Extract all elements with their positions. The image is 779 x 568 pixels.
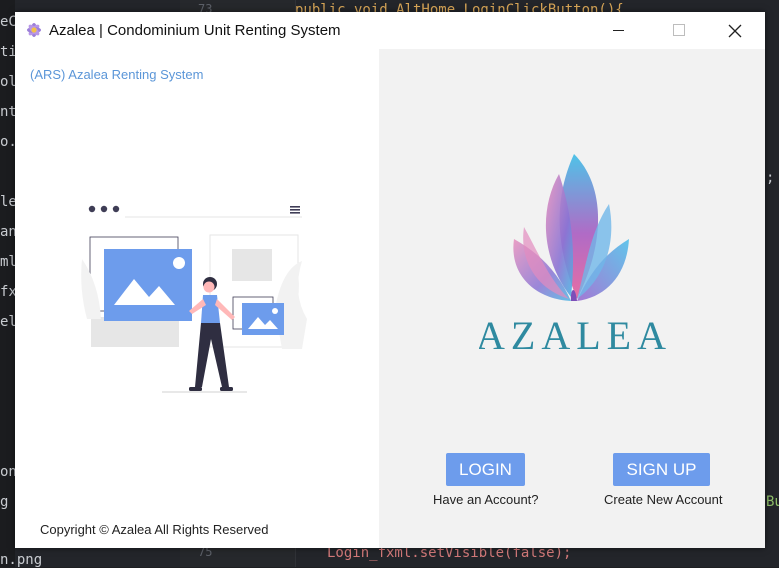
close-icon[interactable] [705, 12, 765, 49]
flower-app-icon [27, 23, 41, 37]
app-window: Azalea | Condominium Unit Renting System… [15, 12, 765, 548]
title-bar[interactable]: Azalea | Condominium Unit Renting System [15, 12, 765, 49]
signup-caption: Create New Account [604, 492, 723, 507]
minimize-icon[interactable] [588, 12, 648, 49]
ide-code-fragment: ; [766, 170, 775, 186]
login-caption: Have an Account? [433, 492, 539, 507]
ide-project-item[interactable]: n.png [0, 552, 42, 568]
ide-code-fragment: Bu [766, 494, 779, 510]
azalea-logo: AZALEA [479, 154, 669, 358]
window-title: Azalea | Condominium Unit Renting System [49, 22, 341, 39]
menu-icon [290, 206, 300, 214]
copyright-text: Copyright © Azalea All Rights Reserved [40, 522, 269, 537]
brand-link[interactable]: (ARS) Azalea Renting System [30, 67, 203, 82]
login-button[interactable]: LOGIN [446, 453, 525, 486]
logo-wordmark: AZALEA [479, 313, 669, 358]
illustration [81, 205, 307, 393]
maximize-icon[interactable] [648, 12, 708, 49]
image-placeholder-icon [104, 249, 192, 321]
right-pane: AZALEA LOGIN Have an Account? SIGN UP Cr… [379, 49, 765, 548]
ide-project-item[interactable]: g [0, 494, 8, 510]
left-pane: (ARS) Azalea Renting System Copyright © … [15, 49, 379, 548]
signup-button[interactable]: SIGN UP [613, 453, 710, 486]
